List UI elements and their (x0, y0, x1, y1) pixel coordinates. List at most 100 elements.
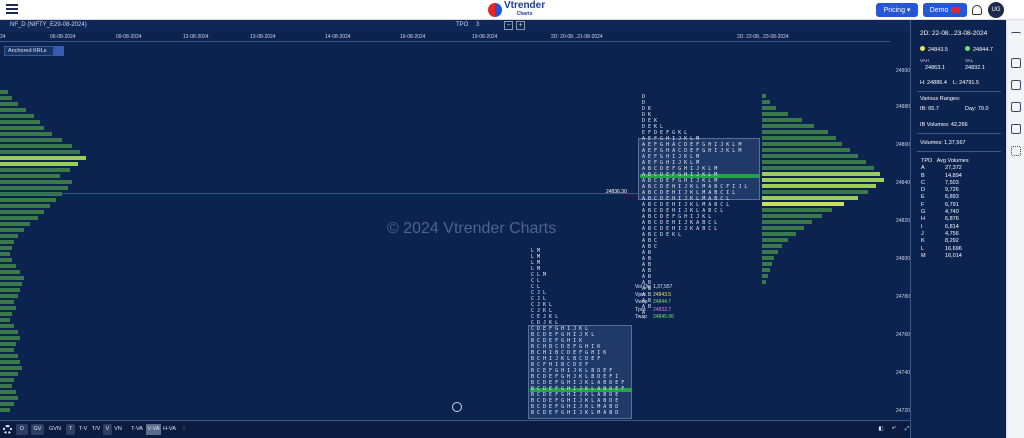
tpo-row: C 7,503 (921, 179, 959, 186)
chart-area[interactable]: NF_D (NIFTY_E29-08-2024) TPO 3 − + 24 06… (0, 20, 910, 420)
tpo-row: A 27,372 (921, 165, 962, 172)
tpo-profile-upper: D D D K D K D E K D E K L E F D E F G K … (642, 94, 748, 316)
tpo-row: B 14,894 (921, 172, 962, 179)
tpo-decrease-button[interactable]: − (504, 21, 513, 30)
youtube-icon (951, 7, 961, 13)
vwap-dot-icon (965, 46, 970, 51)
mode-vn-button[interactable]: VN (113, 424, 123, 435)
price-tick: 24860 (896, 142, 910, 148)
tpo-row: M 16,014 (921, 252, 962, 259)
demo-label: Demo (929, 6, 949, 14)
fit-view-icon[interactable] (452, 402, 462, 412)
panel-ib: IB: 65.7 (920, 106, 939, 112)
date-label: 12-08-2024 (183, 34, 209, 40)
date-label: 13-08-2024 (250, 34, 276, 40)
mode-t-va-button[interactable]: T-VA (130, 424, 144, 435)
pricing-button[interactable]: Pricing ▾ (876, 3, 918, 17)
undo-icon[interactable]: ↶ (889, 424, 899, 435)
price-tick: 24760 (896, 332, 910, 338)
panel-toggle-icon[interactable] (1011, 58, 1021, 68)
tpo-row: K 8,292 (921, 238, 959, 245)
pricing-label: Pricing (883, 6, 905, 14)
mode-h-va-button[interactable]: H-VA (162, 424, 177, 435)
tpo-row: E 6,893 (921, 194, 959, 201)
brand-sub: Charts (516, 11, 533, 17)
price-tick: 24820 (896, 218, 910, 224)
tpo-profile-lower: L M L M L M L M C L M C L C L C J L C J … (531, 248, 625, 416)
mode-t-button[interactable]: T (66, 424, 75, 435)
minimize-icon[interactable] (1011, 32, 1021, 42)
tpo-row: D 9,726 (921, 187, 959, 194)
tpo-row: G 4,740 (921, 209, 959, 216)
stat-vpoc: Vpoc 24843.5 (635, 291, 672, 298)
mode-t-v-button[interactable]: T-V (77, 424, 89, 435)
anchored-krls-dropdown[interactable]: Anchored KRLs (4, 46, 64, 56)
bell-icon[interactable] (972, 5, 982, 15)
price-tick: 24780 (896, 294, 910, 300)
right-toolbar (1006, 20, 1024, 438)
date-label: 2D: 22-08...23-08-2024 (737, 34, 789, 40)
panel-val: 24832.1 (965, 65, 985, 71)
camera-icon[interactable]: ◧ (876, 424, 886, 435)
logo-mark-icon (488, 3, 502, 17)
stat-vol-qty: Vol Qty 1,37,557 (635, 284, 673, 290)
date-label: 19-08-2024 (472, 34, 498, 40)
price-tick: 24740 (896, 370, 910, 376)
price-tick: 24900 (896, 68, 910, 74)
stat-twap: Twap 24845.96 (635, 314, 674, 320)
chevron-down-icon (53, 46, 63, 56)
tpo-row: I 6,814 (921, 223, 959, 230)
anchored-label: Anchored KRLs (8, 48, 47, 54)
chart-icon[interactable] (1011, 80, 1021, 90)
hamburger-menu-icon[interactable] (6, 4, 18, 14)
mode-t-slash-v-button[interactable]: T/V (90, 424, 102, 435)
watermark: © 2024 Vtrender Charts (387, 220, 557, 237)
date-label: 16-08-2024 (400, 34, 426, 40)
price-tick: 24840 (896, 180, 910, 186)
vpoc-dot-icon (920, 46, 925, 51)
mode-v-button[interactable]: V (103, 424, 112, 435)
symbol-title: NF_D (NIFTY_E29-08-2024) (10, 22, 87, 28)
panel-ib-volumes: IB Volumes: 42,266 (920, 122, 968, 128)
panel-ranges-title: Various Ranges: (920, 96, 961, 102)
date-label: 09-08-2024 (116, 34, 142, 40)
mode-gvn-button[interactable]: GVN (47, 424, 63, 435)
panel-volumes: Volumes: 1,37,567 (920, 140, 966, 146)
mode-v-va-button[interactable]: V-VA (146, 424, 161, 435)
tpo-row: L 16,696 (921, 245, 962, 252)
demo-button[interactable]: Demo (923, 3, 967, 17)
panel-val-label: VAL (965, 58, 974, 63)
stat-tpoc: Tpoc 24833.7 (635, 306, 672, 313)
more-options-icon[interactable]: ⋮ (180, 424, 188, 435)
tpo-row: J 4,756 (921, 230, 959, 237)
panel-day: Day: 79.0 (965, 106, 989, 112)
price-tick: 24880 (896, 104, 910, 110)
price-tick: 24800 (896, 256, 910, 262)
date-axis: 24 06-08-2024 09-08-2024 12-08-2024 13-0… (0, 32, 890, 42)
panel-vwap: 24844.7 (965, 46, 993, 53)
tpo-increase-button[interactable]: + (516, 21, 525, 30)
brand-logo[interactable]: Vtrender Charts (488, 1, 545, 18)
panel-title: 2D: 22-08...23-08-2024 (920, 30, 988, 37)
tpo-row: F 6,791 (921, 201, 959, 208)
tpo-size-value[interactable]: 3 (476, 22, 479, 28)
grid-icon[interactable] (1011, 146, 1021, 156)
panel-high-low: H: 24886.4 L: 24791.5 (920, 80, 980, 86)
date-label: 2D: 20-08...21-08-2024 (551, 34, 603, 40)
date-label: 14-08-2024 (325, 34, 351, 40)
list-icon[interactable] (1011, 124, 1021, 134)
avatar[interactable]: UG (988, 2, 1004, 18)
mode-gv-button[interactable]: GV (31, 424, 44, 435)
bottom-toolbar: D GV GVN T T-V T/V V VN T-VA V-VA H-VA ⋮… (0, 420, 916, 438)
profile-stats: Vol Qty 1,37,557 Vpoc 24843.5 Vwap 24844.7 … (635, 284, 674, 322)
layers-icon[interactable] (1011, 102, 1021, 112)
date-label: 24 (0, 34, 6, 40)
composite-volume-profile (0, 90, 86, 412)
session-volume-histogram (762, 94, 884, 284)
panel-vpoc: 24843.5 (920, 46, 948, 53)
mode-d-button[interactable]: D (16, 424, 28, 435)
info-panel: 2D: 22-08...23-08-2024 24843.5 24844.7 V… (910, 20, 1006, 438)
chart-controls: NF_D (NIFTY_E29-08-2024) TPO 3 − + (0, 20, 910, 32)
stat-vwap: Vwap 24844.7 (635, 299, 672, 305)
gear-icon[interactable] (3, 425, 12, 434)
